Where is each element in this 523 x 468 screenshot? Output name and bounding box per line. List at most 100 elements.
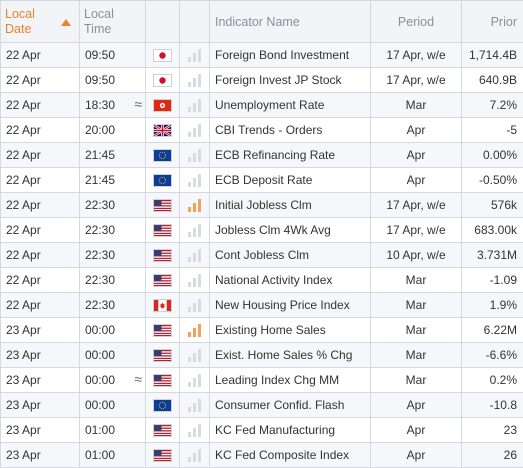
table-row[interactable]: 22 Apr20:00CBI Trends - OrdersApr-5 [1, 118, 523, 143]
table-row[interactable]: 23 Apr01:00KC Fed ManufacturingApr23 [1, 418, 523, 443]
table-row[interactable]: 23 Apr00:00Consumer Confid. FlashApr-10.… [1, 393, 523, 418]
column-header-local-time[interactable]: Local Time [80, 1, 146, 43]
table-row[interactable]: 23 Apr00:00≈Leading Index Chg MMMar0.2% [1, 368, 523, 393]
column-header-period[interactable]: Period [371, 1, 462, 43]
impact-cell [180, 243, 210, 268]
table-row[interactable]: 22 Apr09:50Foreign Bond Investment17 Apr… [1, 43, 523, 68]
impact-bars-icon [187, 323, 203, 337]
country-flag-cell [146, 368, 180, 393]
row-date: 23 Apr [1, 443, 80, 468]
eu-flag-icon [153, 149, 172, 162]
row-time: 09:50 [85, 48, 115, 62]
row-time-cell: 18:30≈ [80, 93, 146, 118]
impact-cell [180, 193, 210, 218]
impact-bars-icon [187, 348, 203, 362]
row-time-cell: 21:45 [80, 168, 146, 193]
sort-ascending-icon [61, 19, 71, 26]
period-value: 17 Apr, w/e [371, 43, 462, 68]
column-header-flag [146, 1, 180, 43]
prior-value: -5 [462, 118, 523, 143]
row-date: 22 Apr [1, 218, 80, 243]
row-date: 22 Apr [1, 143, 80, 168]
row-date: 23 Apr [1, 343, 80, 368]
row-date: 22 Apr [1, 168, 80, 193]
us-flag-icon [153, 199, 172, 212]
prior-value: 7.2% [462, 93, 523, 118]
indicator-name[interactable]: Foreign Bond Investment [210, 43, 371, 68]
us-flag-icon [153, 374, 172, 387]
period-value: Apr [371, 418, 462, 443]
period-value: Apr [371, 443, 462, 468]
row-time-cell: 22:30 [80, 293, 146, 318]
period-value: Mar [371, 343, 462, 368]
impact-cell [180, 443, 210, 468]
table-row[interactable]: 22 Apr22:30Jobless Clm 4Wk Avg17 Apr, w/… [1, 218, 523, 243]
country-flag-cell [146, 243, 180, 268]
country-flag-cell [146, 418, 180, 443]
country-flag-cell [146, 43, 180, 68]
table-row[interactable]: 23 Apr00:00Exist. Home Sales % ChgMar-6.… [1, 343, 523, 368]
row-time: 21:45 [85, 148, 115, 162]
header-local-time-line1: Local [84, 7, 145, 22]
row-date: 22 Apr [1, 68, 80, 93]
indicator-name[interactable]: ECB Refinancing Rate [210, 143, 371, 168]
country-flag-cell [146, 293, 180, 318]
indicator-name[interactable]: Unemployment Rate [210, 93, 371, 118]
us-flag-icon [153, 349, 172, 362]
column-header-indicator[interactable]: Indicator Name [210, 1, 371, 43]
row-date: 22 Apr [1, 193, 80, 218]
prior-value: 23 [462, 418, 523, 443]
table-row[interactable]: 22 Apr21:45ECB Deposit RateApr-0.50% [1, 168, 523, 193]
country-flag-cell [146, 193, 180, 218]
country-flag-cell [146, 393, 180, 418]
indicator-name[interactable]: KC Fed Manufacturing [210, 418, 371, 443]
us-flag-icon [153, 224, 172, 237]
prior-value: 576k [462, 193, 523, 218]
column-header-prior[interactable]: Prior [462, 1, 523, 43]
indicator-name[interactable]: Exist. Home Sales % Chg [210, 343, 371, 368]
indicator-name[interactable]: Jobless Clm 4Wk Avg [210, 218, 371, 243]
header-row: Local Date Local Time Indicator Name Per… [1, 1, 523, 43]
period-value: Apr [371, 168, 462, 193]
impact-bars-icon [187, 223, 203, 237]
table-row[interactable]: 22 Apr09:50Foreign Invest JP Stock17 Apr… [1, 68, 523, 93]
table-row[interactable]: 23 Apr00:00Existing Home SalesMar6.22M [1, 318, 523, 343]
row-time: 00:00 [85, 348, 115, 362]
row-time: 22:30 [85, 273, 115, 287]
indicator-name[interactable]: New Housing Price Index [210, 293, 371, 318]
indicator-name[interactable]: ECB Deposit Rate [210, 168, 371, 193]
table-row[interactable]: 22 Apr22:30National Activity IndexMar-1.… [1, 268, 523, 293]
indicator-name[interactable]: KC Fed Composite Index [210, 443, 371, 468]
table-row[interactable]: 22 Apr18:30≈Unemployment RateMar7.2% [1, 93, 523, 118]
indicator-name[interactable]: Foreign Invest JP Stock [210, 68, 371, 93]
table-row[interactable]: 22 Apr22:30Initial Jobless Clm17 Apr, w/… [1, 193, 523, 218]
row-date: 22 Apr [1, 118, 80, 143]
table-row[interactable]: 23 Apr01:00KC Fed Composite IndexApr26 [1, 443, 523, 468]
table-row[interactable]: 22 Apr22:30Cont Jobless Clm10 Apr, w/e3.… [1, 243, 523, 268]
impact-cell [180, 43, 210, 68]
period-value: 10 Apr, w/e [371, 243, 462, 268]
indicator-name[interactable]: Initial Jobless Clm [210, 193, 371, 218]
indicator-name[interactable]: Leading Index Chg MM [210, 368, 371, 393]
table-row[interactable]: 22 Apr22:30New Housing Price IndexMar1.9… [1, 293, 523, 318]
column-header-local-date[interactable]: Local Date [1, 1, 80, 43]
row-time: 09:50 [85, 73, 115, 87]
indicator-name[interactable]: Existing Home Sales [210, 318, 371, 343]
prior-value: 640.9B [462, 68, 523, 93]
row-time-cell: 09:50 [80, 43, 146, 68]
indicator-name[interactable]: CBI Trends - Orders [210, 118, 371, 143]
prior-value: 6.22M [462, 318, 523, 343]
period-value: 17 Apr, w/e [371, 193, 462, 218]
impact-bars-icon [187, 298, 203, 312]
table-row[interactable]: 22 Apr21:45ECB Refinancing RateApr0.00% [1, 143, 523, 168]
indicator-name[interactable]: National Activity Index [210, 268, 371, 293]
period-value: Mar [371, 293, 462, 318]
row-time: 20:00 [85, 123, 115, 137]
country-flag-cell [146, 443, 180, 468]
row-time-cell: 00:00 [80, 393, 146, 418]
impact-bars-icon [187, 123, 203, 137]
period-value: Mar [371, 368, 462, 393]
us-flag-icon [153, 424, 172, 437]
indicator-name[interactable]: Cont Jobless Clm [210, 243, 371, 268]
indicator-name[interactable]: Consumer Confid. Flash [210, 393, 371, 418]
